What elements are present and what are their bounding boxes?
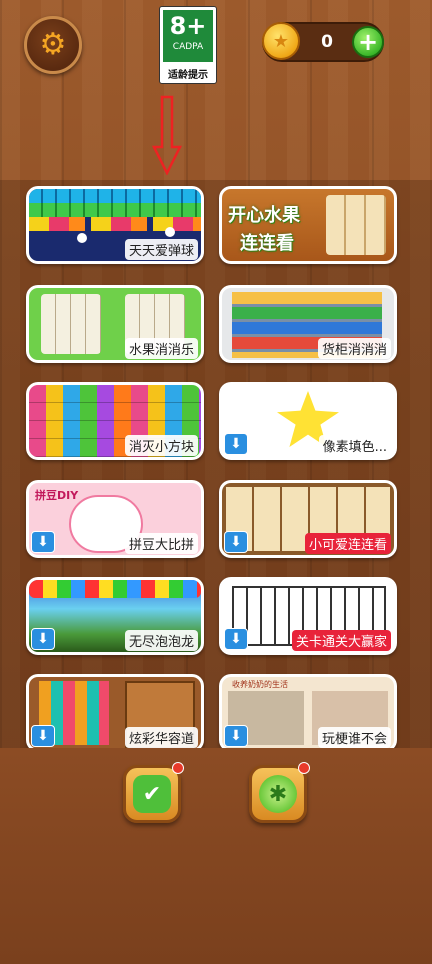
game-card-pinball[interactable]: 天天爱弹球 (26, 186, 204, 264)
age-tip: 适龄提示 (168, 70, 208, 81)
age-rating: 8+ (169, 12, 207, 40)
download-icon: ⬇ (31, 531, 55, 553)
game-label: 货柜消消消 (317, 338, 391, 359)
game-label: 无尽泡泡龙 (124, 630, 198, 651)
calendar-check-icon: ✔ (133, 775, 171, 813)
download-icon: ⬇ (31, 628, 55, 650)
download-icon: ⬇ (31, 725, 55, 747)
game-label: 水果消消乐 (124, 338, 198, 359)
game-label: 天天爱弹球 (124, 239, 198, 260)
game-card-bead-diy[interactable]: 拼豆DIY ⬇ 拼豆大比拼 (26, 480, 204, 558)
thumb-grandma: 收养奶奶的生活 (232, 680, 288, 689)
download-icon: ⬇ (224, 628, 248, 650)
age-org: CADPA (172, 42, 204, 52)
game-card-cute-link[interactable]: ⬇ 小可爱连连看 (219, 480, 397, 558)
bottom-bar-cover (0, 748, 432, 964)
game-label: 关卡通关大赢家 (291, 630, 391, 651)
download-icon: ⬇ (224, 433, 248, 455)
coin-count: 0 (321, 32, 333, 52)
notification-dot (172, 762, 184, 774)
game-card-fruit-match[interactable]: 水果消消乐 (26, 285, 204, 363)
game-grid-panel (0, 180, 432, 748)
settings-button[interactable]: ⚙ (24, 16, 82, 74)
game-card-shelf-match[interactable]: 货柜消消消 (219, 285, 397, 363)
down-arrow-icon (152, 95, 182, 175)
thumb-diy: 拼豆DIY (35, 489, 79, 502)
game-card-level-winner[interactable]: ⬇ 关卡通关大赢家 (219, 577, 397, 655)
game-card-meme[interactable]: 收养奶奶的生活 ⬇ 玩梗谁不会 (219, 674, 397, 752)
game-card-bubble-dragon[interactable]: ⬇ 无尽泡泡龙 (26, 577, 204, 655)
thumb-title-2: 连连看 (240, 233, 294, 254)
notification-dot (298, 762, 310, 774)
game-label: 小可爱连连看 (304, 533, 391, 554)
game-label: 像素填色... (318, 435, 391, 456)
game-thumbnail: 开心水果 连连看 (222, 189, 394, 261)
daily-checkin-button[interactable]: ✔ (123, 765, 181, 823)
star-coin-icon: ★ (262, 22, 300, 60)
game-label: 炫彩华容道 (124, 727, 198, 748)
plus-icon: + (357, 28, 379, 56)
download-icon: ⬇ (224, 725, 248, 747)
download-icon: ⬇ (224, 531, 248, 553)
game-card-sliding-puzzle[interactable]: ⬇ 炫彩华容道 (26, 674, 204, 752)
game-card-fruit-link[interactable]: 开心水果 连连看 (219, 186, 397, 264)
game-label: 消灭小方块 (124, 435, 198, 456)
thumb-title-1: 开心水果 (228, 205, 300, 226)
age-rating-badge: 8+ CADPA 适龄提示 (159, 6, 217, 84)
game-card-block-blast[interactable]: 消灭小方块 (26, 382, 204, 460)
game-label: 玩梗谁不会 (317, 727, 391, 748)
age-rating-box: 8+ CADPA (163, 10, 213, 62)
gear-icon: ⚙ (39, 27, 67, 62)
add-coins-button[interactable]: + (352, 26, 384, 58)
game-card-pixel-color[interactable]: ⬇ 像素填色... (219, 382, 397, 460)
lime-icon: ✱ (259, 775, 297, 813)
game-label: 拼豆大比拼 (124, 533, 198, 554)
lime-reward-button[interactable]: ✱ (249, 765, 307, 823)
